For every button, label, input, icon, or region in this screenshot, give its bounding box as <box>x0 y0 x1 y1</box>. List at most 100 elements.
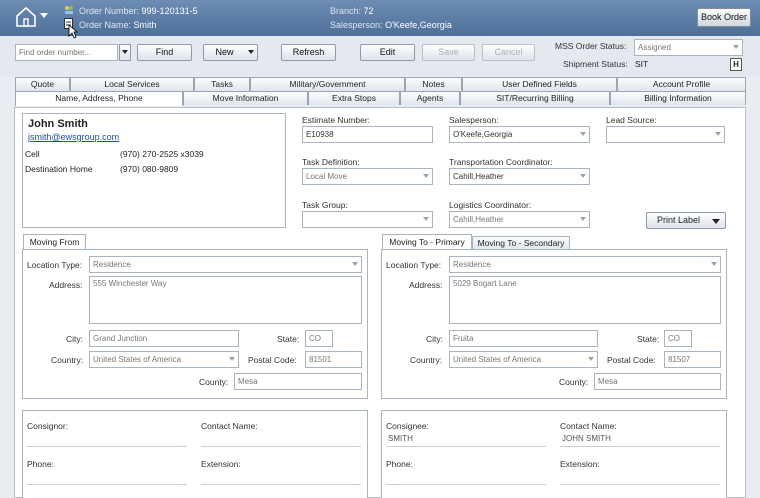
tab-name-address-phone[interactable]: Name, Address, Phone <box>15 91 183 106</box>
tab-quote[interactable]: Quote <box>15 77 70 91</box>
new-button[interactable]: New <box>203 44 258 61</box>
consignor-phone-label: Phone: <box>27 459 54 469</box>
consignor-contact-input[interactable] <box>201 431 361 447</box>
from-postal-code-label: Postal Code: <box>248 355 297 365</box>
from-address-input[interactable]: 555 Winchester Way <box>89 276 362 324</box>
consignor-input[interactable] <box>27 431 187 447</box>
tab-notes[interactable]: Notes <box>405 77 462 91</box>
transportation-coordinator-select[interactable]: Cahill,Heather <box>449 168 590 185</box>
order-name: Order Name: Smith <box>79 20 157 30</box>
consignee-input[interactable]: SMITH <box>386 431 546 447</box>
contact-cell-label: Cell <box>25 149 40 159</box>
print-label-button[interactable]: Print Label <box>646 212 726 229</box>
tab-tasks[interactable]: Tasks <box>194 77 250 91</box>
salesperson-value: O'Keefe,Georgia <box>453 130 513 139</box>
to-city-input[interactable]: Fruita <box>449 330 598 347</box>
chevron-down-icon <box>229 357 235 361</box>
from-address-label: Address: <box>49 280 83 290</box>
task-definition-label: Task Definition: <box>302 157 360 167</box>
to-country-select[interactable]: United States of America <box>449 351 598 368</box>
tab-billing-information[interactable]: Billing Information <box>610 91 746 105</box>
tab-account-profile[interactable]: Account Profile <box>617 77 746 91</box>
lead-source-select[interactable] <box>606 126 725 143</box>
consignor-extension-input[interactable] <box>201 469 361 485</box>
consignee-extension-label: Extension: <box>560 459 600 469</box>
save-button[interactable]: Save <box>422 44 475 61</box>
to-location-type-label: Location Type: <box>386 260 442 270</box>
cancel-button[interactable]: Cancel <box>482 44 535 61</box>
find-button[interactable]: Find <box>137 44 192 61</box>
from-location-type-value: Residence <box>93 260 131 269</box>
h-badge[interactable]: H <box>730 58 742 71</box>
from-state-input[interactable]: CO <box>305 330 333 347</box>
consignee-phone-input[interactable] <box>386 469 546 485</box>
to-address-input[interactable]: 5029 Bogart Lane <box>449 276 721 324</box>
toolbar: Find order number... Find New Refresh Ed… <box>0 36 760 76</box>
chevron-down-icon <box>711 262 717 266</box>
find-dropdown-button[interactable] <box>119 44 131 61</box>
edit-button[interactable]: Edit <box>360 44 415 61</box>
tab-move-information[interactable]: Move Information <box>183 91 308 105</box>
tab-moving-to-primary[interactable]: Moving To - Primary <box>382 234 472 249</box>
from-city-input[interactable]: Grand Junction <box>89 330 239 347</box>
logistics-coordinator-label: Logistics Coordinator: <box>449 200 532 210</box>
consignee-extension-input[interactable] <box>560 469 720 485</box>
find-order-input[interactable]: Find order number... <box>15 44 118 61</box>
branch: Branch: 72 <box>330 6 374 16</box>
shipment-status-value: SIT <box>635 59 649 69</box>
transportation-coordinator-label: Transportation Coordinator: <box>449 157 553 167</box>
estimate-number-input[interactable]: E10938 <box>302 126 433 143</box>
to-location-type-value: Residence <box>453 260 491 269</box>
salesperson-label: Salesperson: <box>449 115 499 125</box>
contact-dest-home-value: (970) 080-9809 <box>120 164 179 174</box>
to-country-label: Country: <box>410 355 443 365</box>
to-postal-code-label: Postal Code: <box>607 355 656 365</box>
chevron-down-icon <box>352 262 358 266</box>
tab-agents[interactable]: Agents <box>400 91 460 105</box>
branch-label: Branch: <box>330 6 362 16</box>
consignor-phone-input[interactable] <box>27 469 187 485</box>
from-country-select[interactable]: United States of America <box>89 351 239 368</box>
to-country-value: United States of America <box>453 355 542 364</box>
to-postal-code-input[interactable]: 81507 <box>664 351 721 368</box>
tab-user-defined-fields[interactable]: User Defined Fields <box>462 77 617 91</box>
to-location-type-select[interactable]: Residence <box>449 256 721 273</box>
task-group-select[interactable] <box>302 211 433 228</box>
order-header: Order Number: 999-120131-5 Order Name: S… <box>0 0 760 36</box>
tab-moving-from[interactable]: Moving From <box>23 234 86 249</box>
from-postal-code-input[interactable]: 81501 <box>305 351 362 368</box>
from-county-input[interactable]: Mesa <box>234 373 362 390</box>
logistics-coordinator-select[interactable]: Cahill,Heather <box>449 211 590 228</box>
chevron-down-icon <box>122 50 128 54</box>
to-county-input[interactable]: Mesa <box>594 373 721 390</box>
chevron-down-icon <box>580 217 586 221</box>
to-state-input[interactable]: CO <box>664 330 692 347</box>
new-button-label: New <box>215 47 234 57</box>
salesperson-select[interactable]: O'Keefe,Georgia <box>449 126 590 143</box>
print-label-text: Print Label <box>657 215 701 225</box>
tab-local-services[interactable]: Local Services <box>70 77 194 91</box>
mss-status-value: Assigned <box>638 43 671 52</box>
book-order-button[interactable]: Book Order <box>697 8 751 27</box>
home-icon[interactable] <box>14 5 38 29</box>
refresh-button[interactable]: Refresh <box>281 44 336 61</box>
mss-status-select[interactable]: Assigned <box>634 39 743 56</box>
header-salesperson: Salesperson: O'Keefe,Georgia <box>330 20 452 30</box>
tab-moving-to-secondary[interactable]: Moving To - Secondary <box>472 236 570 249</box>
chevron-down-icon <box>580 174 586 178</box>
order-number-value: 999-120131-5 <box>141 6 198 16</box>
contact-email-link[interactable]: jsmith@ewsgroup.com <box>28 132 119 142</box>
consignee-phone-label: Phone: <box>386 459 413 469</box>
chevron-down-icon <box>588 357 594 361</box>
chevron-down-icon[interactable] <box>39 12 49 20</box>
order-number-label: Order Number: <box>79 6 140 16</box>
tab-extra-stops[interactable]: Extra Stops <box>308 91 400 105</box>
tab-sit-recurring-billing[interactable]: SIT/Recurring Billing <box>460 91 610 105</box>
task-definition-select[interactable]: Local Move <box>302 168 433 185</box>
from-location-type-select[interactable]: Residence <box>89 256 362 273</box>
consignee-contact-input[interactable]: JOHN SMITH <box>560 431 720 447</box>
contact-cell-value: (970) 270-2525 x3039 <box>120 149 204 159</box>
tab-military-government[interactable]: Military/Government <box>250 77 405 91</box>
transportation-coordinator-value: Cahill,Heather <box>453 172 504 181</box>
chevron-down-icon <box>423 217 429 221</box>
